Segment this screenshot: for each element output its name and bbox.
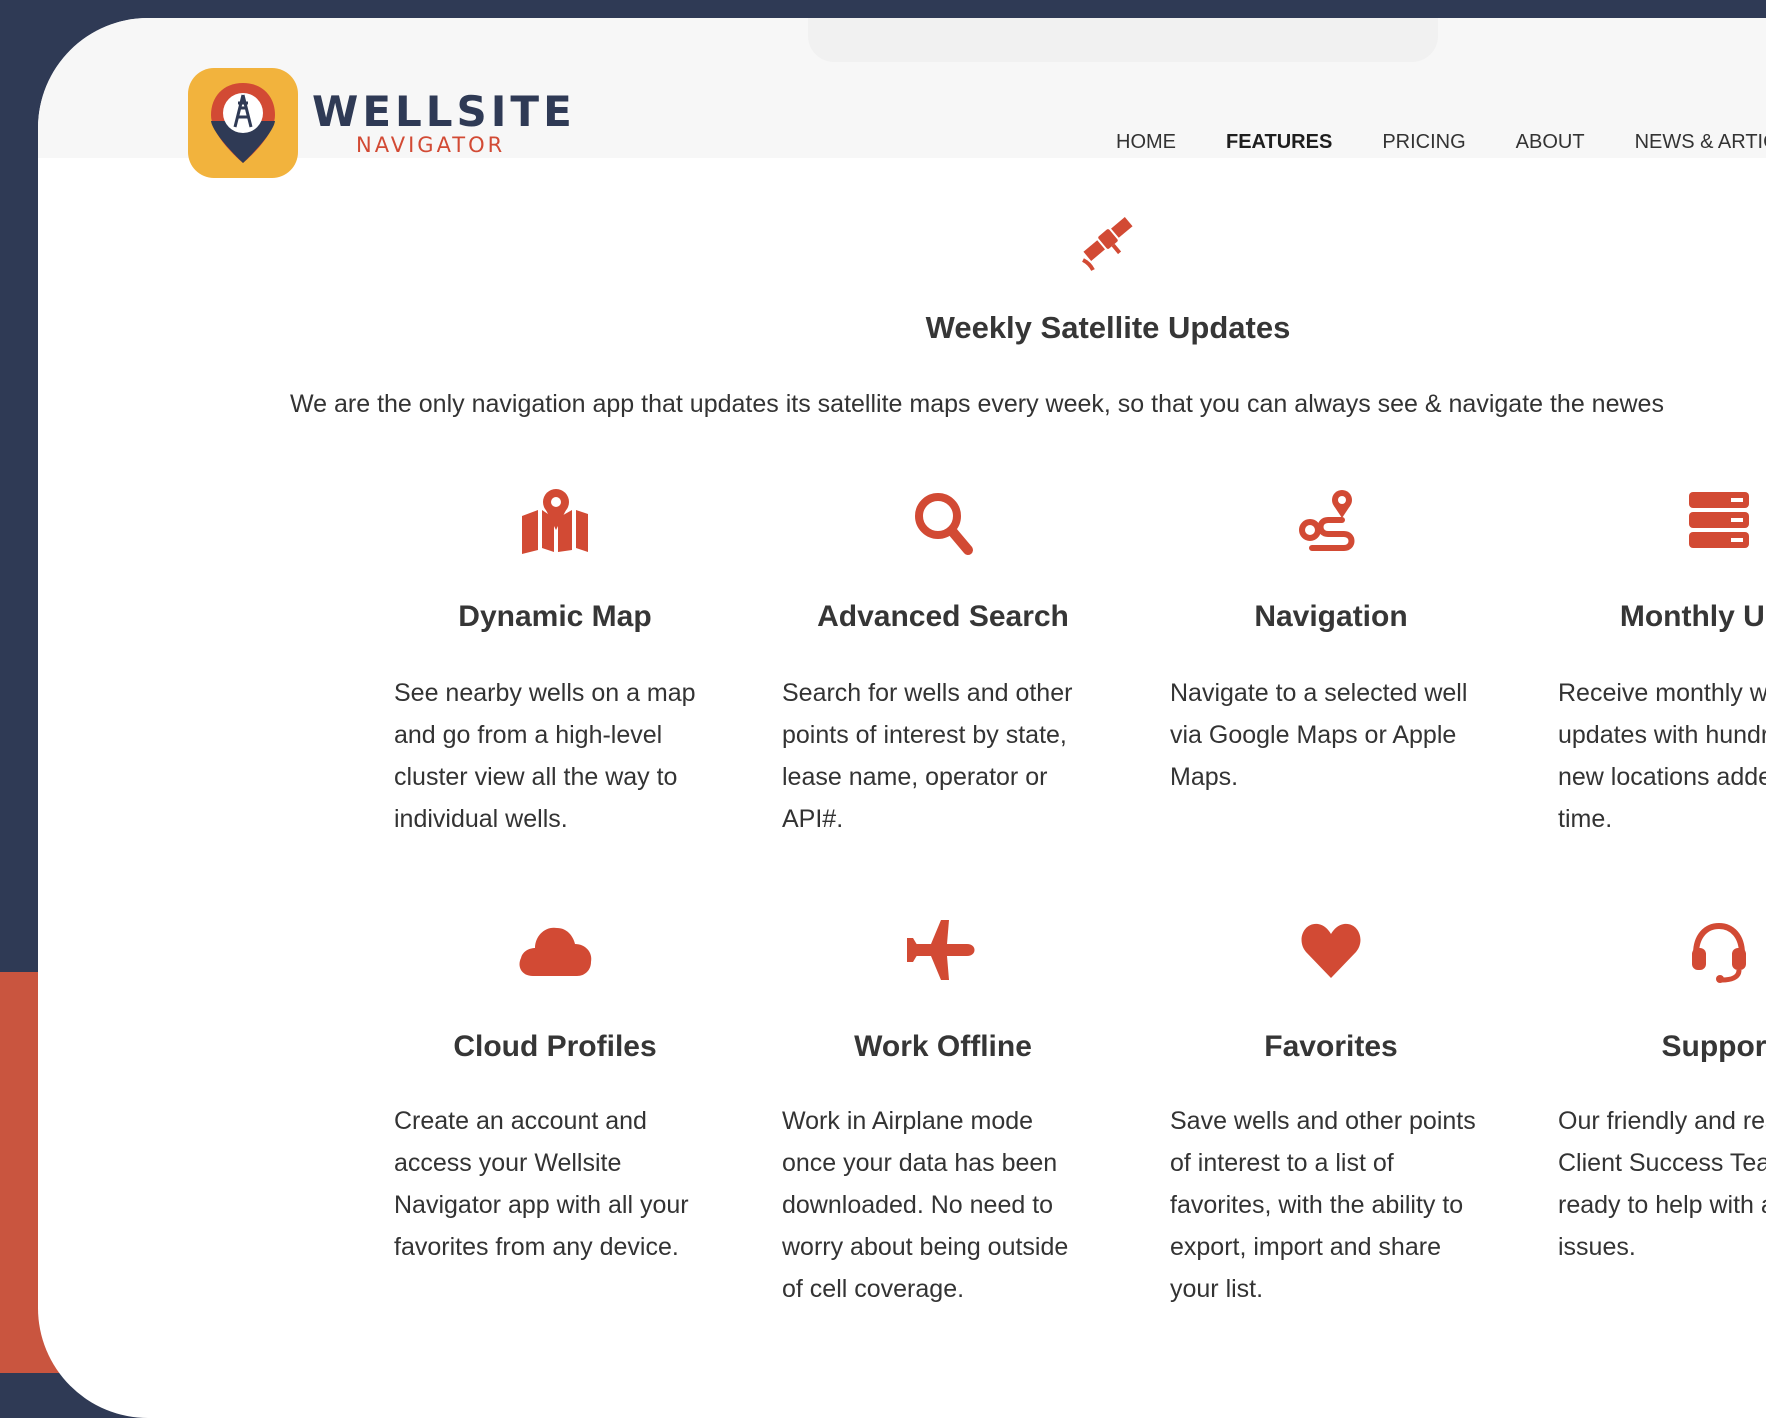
logo-subtitle: NAVIGATOR [356, 132, 506, 157]
airplane-icon [907, 920, 975, 980]
hero-description: We are the only navigation app that upda… [290, 390, 1664, 418]
feature-title: Monthly Upda [1619, 600, 1766, 633]
main-nav: HOME FEATURES PRICING ABOUT NEWS & ARTIC… [1116, 131, 1766, 154]
feature-description: Our friendly and res Client Success Team… [1558, 1107, 1766, 1261]
logo-badge [188, 68, 298, 178]
feature-description: Create an account and access your Wellsi… [394, 1107, 689, 1261]
feature-title: Dynamic Map [458, 600, 652, 633]
nav-home[interactable]: HOME [1116, 131, 1176, 154]
nav-news-articles[interactable]: NEWS & ARTICL [1635, 131, 1766, 154]
site-header: WELLSITE NAVIGATOR HOME FEATURES PRICING… [38, 18, 1766, 178]
cloud-icon [519, 927, 592, 976]
search-icon [915, 493, 973, 555]
feature-description: Navigate to a selected well via Google M… [1170, 679, 1468, 791]
feature-title: Advanced Search [817, 600, 1069, 633]
logo[interactable]: WELLSITE NAVIGATOR [188, 68, 576, 178]
hero-title: Weekly Satellite Updates [925, 310, 1291, 345]
feature-title: Cloud Profiles [453, 1030, 657, 1063]
feature-description: Receive monthly we updates with hundre n… [1558, 679, 1766, 833]
oil-rig-pin-icon [211, 83, 275, 163]
feature-description: Save wells and other points of interest … [1170, 1107, 1476, 1303]
feature-description: See nearby wells on a map and go from a … [394, 679, 696, 833]
browser-frame: WELLSITE NAVIGATOR HOME FEATURES PRICING… [38, 18, 1766, 1418]
feature-title: Support [1661, 1030, 1766, 1063]
feature-description: Search for wells and other points of int… [782, 679, 1073, 833]
satellite-icon [1082, 217, 1133, 271]
route-icon [1299, 490, 1355, 551]
feature-title: Navigation [1254, 600, 1408, 633]
headset-icon [1692, 922, 1746, 983]
feature-title: Favorites [1264, 1030, 1398, 1063]
header-pill [808, 18, 1438, 62]
feature-description: Work in Airplane mode once your data has… [782, 1107, 1069, 1303]
heart-icon [1301, 923, 1361, 978]
server-icon [1689, 492, 1749, 548]
nav-about[interactable]: ABOUT [1516, 131, 1585, 154]
logo-title: WELLSITE [312, 86, 576, 136]
map-pin-icon [522, 489, 588, 554]
nav-features[interactable]: FEATURES [1226, 131, 1332, 154]
feature-title: Work Offline [854, 1030, 1032, 1063]
nav-pricing[interactable]: PRICING [1382, 131, 1465, 154]
